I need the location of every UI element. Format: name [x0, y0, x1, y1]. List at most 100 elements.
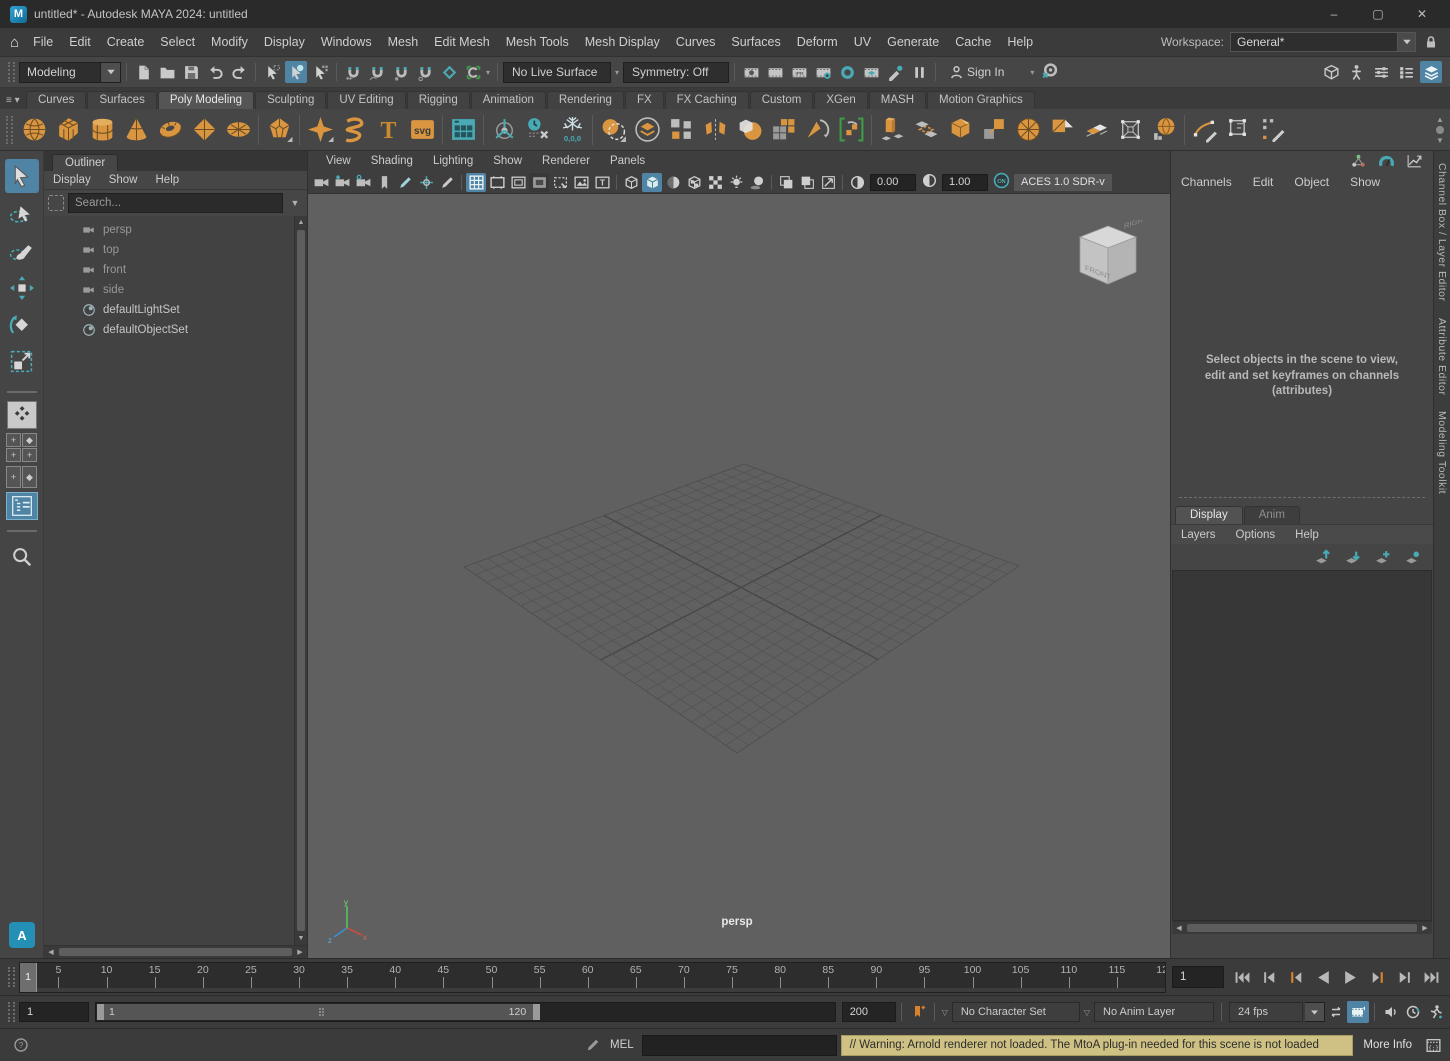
delete-history-icon[interactable]: [521, 112, 555, 148]
fps-select[interactable]: 24 fps: [1229, 1002, 1303, 1022]
outliner-item-defaultObjectSet[interactable]: defaultObjectSet: [44, 320, 294, 340]
redo-icon[interactable]: [228, 61, 250, 83]
menu-mesh-tools[interactable]: Mesh Tools: [498, 31, 577, 53]
play-forwards-button[interactable]: [1338, 966, 1363, 988]
layer-hscrollbar[interactable]: ◀ ▶: [1172, 921, 1432, 934]
film-gate-icon[interactable]: [487, 173, 507, 192]
outliner-item-side[interactable]: side: [44, 280, 294, 300]
center-pivot-icon[interactable]: [487, 112, 521, 148]
minimize-button[interactable]: –: [1312, 1, 1356, 27]
wireframe-icon[interactable]: [621, 173, 641, 192]
combine-icon[interactable]: [630, 112, 664, 148]
go-to-start-button[interactable]: [1230, 966, 1255, 988]
anim-end-field[interactable]: 200: [842, 1002, 896, 1022]
layer-editor-tab-display[interactable]: Display: [1175, 506, 1243, 524]
circularize-icon[interactable]: [1011, 112, 1045, 148]
user-avatar[interactable]: A: [9, 922, 35, 948]
help-icon[interactable]: ?: [10, 1034, 32, 1056]
colorspace-select[interactable]: ACES 1.0 SDR-v: [1014, 174, 1112, 191]
platonic-solid-icon[interactable]: [262, 112, 296, 148]
display-triad-icon[interactable]: [1347, 150, 1369, 172]
new-empty-layer-icon[interactable]: [1371, 546, 1393, 568]
outliner-hscrollbar[interactable]: ◀ ▶: [44, 945, 307, 958]
poly-cube-icon[interactable]: [51, 112, 85, 148]
paint-select-tool[interactable]: [5, 233, 39, 267]
undo-icon[interactable]: [204, 61, 226, 83]
scroll-up-icon[interactable]: ▲: [295, 216, 307, 229]
snap-to-point-icon[interactable]: [416, 173, 436, 192]
menu-curves[interactable]: Curves: [668, 31, 724, 53]
field-chart-icon[interactable]: [550, 173, 570, 192]
open-scene-icon[interactable]: [156, 61, 178, 83]
layout-outliner-persp-button[interactable]: [6, 492, 38, 520]
zoom-region-icon[interactable]: [818, 173, 838, 192]
shelf-scroll-up-icon[interactable]: ▲: [1436, 115, 1444, 124]
range-end-handle[interactable]: [533, 1004, 540, 1020]
outliner-tab[interactable]: Outliner: [52, 154, 118, 171]
exposure-icon[interactable]: [847, 173, 867, 192]
snap-grid-icon[interactable]: [342, 61, 364, 83]
outliner-item-persp[interactable]: persp: [44, 220, 294, 240]
shelf-tab-fx[interactable]: FX: [625, 91, 664, 109]
sculpt-icon[interactable]: [1147, 112, 1181, 148]
shelf-tab-mash[interactable]: MASH: [869, 91, 926, 109]
speed-gauge-icon[interactable]: [1375, 150, 1397, 172]
channel-box-menu-show[interactable]: Show: [1350, 175, 1391, 189]
textured-icon[interactable]: [663, 173, 683, 192]
duplicate-face-icon[interactable]: [977, 112, 1011, 148]
hud-icon[interactable]: T: [592, 173, 612, 192]
poly-cylinder-icon[interactable]: [85, 112, 119, 148]
home-icon[interactable]: ⌂: [10, 34, 19, 51]
viewport-menu-renderer[interactable]: Renderer: [532, 155, 600, 167]
shelf-scroll-down-icon[interactable]: ▼: [1436, 136, 1444, 145]
zoom-tool[interactable]: [5, 540, 39, 574]
isolate-add-icon[interactable]: [797, 173, 817, 192]
shelf-tab-curves[interactable]: Curves: [26, 91, 86, 109]
render-view-icon[interactable]: [740, 61, 762, 83]
menu-modify[interactable]: Modify: [203, 31, 256, 53]
viewport-menu-panels[interactable]: Panels: [600, 155, 655, 167]
menu-file[interactable]: File: [25, 31, 61, 53]
show-manipulators-icon[interactable]: [1320, 61, 1342, 83]
construction-history-icon[interactable]: [1038, 60, 1060, 82]
time-slider[interactable]: 1 51015202530354045505560657075808590951…: [19, 962, 1166, 993]
snap-caret-icon[interactable]: ▾: [486, 68, 490, 77]
menu-set-select[interactable]: Modeling: [19, 62, 101, 83]
loop-playback-icon[interactable]: [1325, 1001, 1347, 1023]
channel-box-menu-edit[interactable]: Edit: [1253, 175, 1285, 189]
layout-four-pane-button[interactable]: +◆ ++: [6, 433, 37, 462]
step-forward-frame-button[interactable]: [1392, 966, 1417, 988]
layout-cell[interactable]: +: [22, 448, 37, 462]
side-tab-channel-box-layer-editor[interactable]: Channel Box / Layer Editor: [1436, 163, 1448, 302]
layer-editor-tab-anim[interactable]: Anim: [1244, 506, 1300, 524]
outliner-vscrollbar[interactable]: ▲ ▼: [294, 216, 307, 945]
layout-cell[interactable]: +: [6, 466, 21, 488]
poly-torus-icon[interactable]: [153, 112, 187, 148]
script-editor-icon[interactable]: {;}: [1422, 1034, 1444, 1056]
new-scene-icon[interactable]: [132, 61, 154, 83]
freeze-transformations-icon[interactable]: 0,0,0: [555, 112, 589, 148]
triangulate-icon[interactable]: [1045, 112, 1079, 148]
booleans-icon[interactable]: [596, 112, 630, 148]
layer-editor-menu-layers[interactable]: Layers: [1171, 529, 1226, 541]
scroll-thumb[interactable]: [59, 948, 292, 956]
anim-layer-caret-icon[interactable]: ▽: [1084, 1008, 1090, 1017]
helix-icon[interactable]: [337, 112, 371, 148]
outliner-menu-display[interactable]: Display: [44, 174, 100, 186]
bookmark-add-icon[interactable]: [907, 1001, 929, 1023]
paint-effects-icon[interactable]: [884, 61, 906, 83]
side-tab-attribute-editor[interactable]: Attribute Editor: [1436, 318, 1448, 395]
workspace-caret-icon[interactable]: [1398, 32, 1416, 52]
menu-help[interactable]: Help: [999, 31, 1041, 53]
svg-tool-icon[interactable]: svg: [405, 112, 439, 148]
grease-pencil-icon[interactable]: [395, 173, 415, 192]
smooth-icon[interactable]: [732, 112, 766, 148]
scroll-left-icon[interactable]: ◀: [44, 946, 58, 958]
snap-plane-icon[interactable]: [438, 61, 460, 83]
new-layer-selected-icon[interactable]: [1401, 546, 1423, 568]
grid-toggle-icon[interactable]: [466, 173, 486, 192]
retopologize-icon[interactable]: [834, 112, 868, 148]
live-surface-field[interactable]: No Live Surface: [503, 62, 611, 83]
layer-editor-menu-help[interactable]: Help: [1285, 529, 1329, 541]
annotate-icon[interactable]: [437, 173, 457, 192]
